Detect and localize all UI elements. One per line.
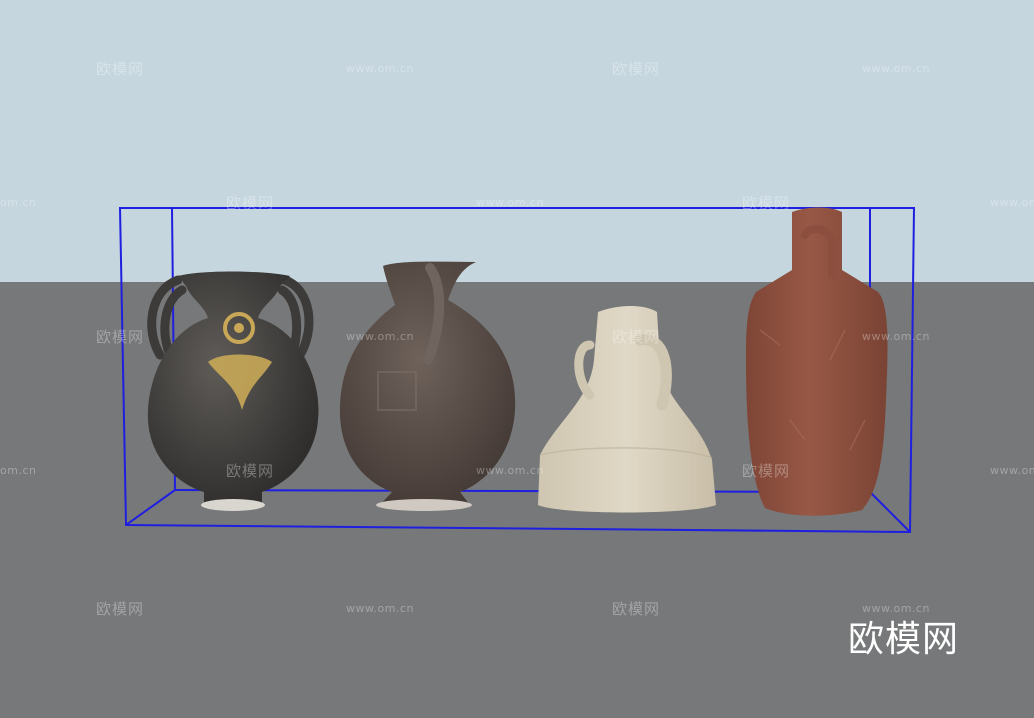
watermark-logo-text: 欧模网 — [612, 60, 661, 78]
watermark-url-text: om.cn — [0, 464, 37, 477]
watermark-url-text: www.om.cn — [862, 62, 930, 75]
brand-logo-text: 欧模网 — [848, 619, 960, 660]
watermark-logo-text: 欧模网 — [96, 600, 145, 618]
watermark-url-text: www.om.cn — [346, 602, 414, 615]
watermark-url-text: www.om.cn — [476, 464, 544, 477]
viewport[interactable]: 欧模网 www.om.cn 欧模网 www.om.cn om.cn 欧模网 ww… — [0, 0, 1034, 718]
watermark-url-text: www.om.cn — [862, 330, 930, 343]
watermark-logo-text: 欧模网 — [96, 328, 145, 346]
watermark-url-text: om.cn — [0, 196, 37, 209]
watermark-logo-text: 欧模网 — [612, 328, 661, 346]
watermark-url-text: www.om.cn — [990, 196, 1034, 209]
watermark-logo-text: 欧模网 — [226, 462, 275, 480]
watermark-url-text: www.om.cn — [346, 330, 414, 343]
watermark-url-text: www.om.cn — [346, 62, 414, 75]
watermark-url-text: www.om.cn — [476, 196, 544, 209]
watermark-url-text: www.om.cn — [990, 464, 1034, 477]
watermark-logo-text: 欧模网 — [612, 600, 661, 618]
watermark-logo-text: 欧模网 — [742, 462, 791, 480]
watermark-logo-text: 欧模网 — [742, 194, 791, 212]
watermark-logo-text: 欧模网 — [96, 60, 145, 78]
watermark-logo-text: 欧模网 — [226, 194, 275, 212]
